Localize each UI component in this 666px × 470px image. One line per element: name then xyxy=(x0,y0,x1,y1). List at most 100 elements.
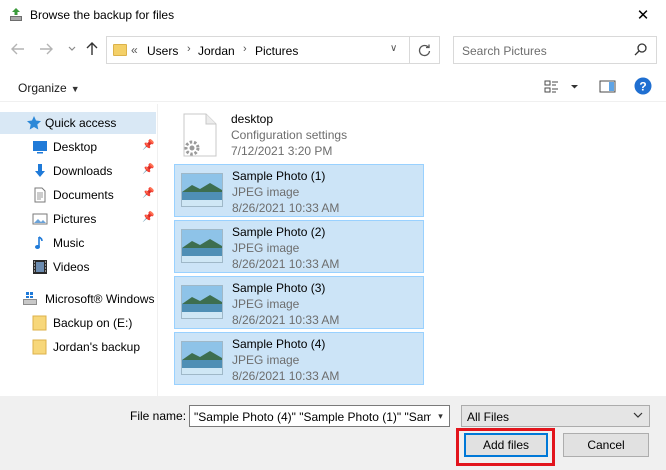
title-bar: Browse the backup for files ✕ xyxy=(0,0,666,30)
sidebar-item-jordans-backup[interactable]: Jordan's backup xyxy=(0,336,157,358)
sidebar-item-quick-access[interactable]: Quick access xyxy=(0,112,156,134)
desktop-icon xyxy=(32,139,48,155)
dialog-footer: File name: "Sample Photo (4)" "Sample Ph… xyxy=(0,396,666,470)
overflow-icon[interactable]: « xyxy=(131,43,138,57)
forward-arrow-icon[interactable] xyxy=(36,39,56,59)
file-name-field[interactable]: "Sample Photo (4)" "Sample Photo (1)" "S… xyxy=(189,405,450,427)
breadcrumb-users[interactable]: Users xyxy=(147,44,178,58)
sidebar-item-label: Downloads xyxy=(53,164,113,178)
file-date: 8/26/2021 10:33 AM xyxy=(232,313,340,327)
search-icon[interactable] xyxy=(634,42,648,59)
refresh-icon[interactable] xyxy=(409,37,439,63)
close-icon[interactable]: ✕ xyxy=(620,0,666,30)
sidebar-item-documents[interactable]: Documents 📌 xyxy=(0,184,157,206)
pin-icon[interactable]: 📌 xyxy=(142,140,154,151)
backup-app-icon xyxy=(8,7,24,23)
breadcrumb-jordan[interactable]: Jordan xyxy=(198,44,235,58)
sidebar-item-downloads[interactable]: Downloads 📌 xyxy=(0,160,157,182)
chevron-down-icon[interactable]: ▾ xyxy=(431,406,449,426)
file-dialog: Browse the backup for files ✕ « Users › … xyxy=(0,0,666,470)
file-item-sample-photo-1[interactable]: Sample Photo (1) JPEG image 8/26/2021 10… xyxy=(174,164,424,217)
sidebar-item-label: Jordan's backup xyxy=(53,340,141,354)
address-bar[interactable]: « Users › Jordan › Pictures ∨ xyxy=(106,36,440,64)
svg-text:?: ? xyxy=(639,80,646,94)
folder-icon xyxy=(32,315,48,331)
sidebar-item-videos[interactable]: Videos xyxy=(0,256,157,278)
settings-file-icon xyxy=(178,112,222,158)
file-name: Sample Photo (4) xyxy=(232,337,326,351)
sidebar-item-label: Music xyxy=(53,236,85,250)
music-icon xyxy=(32,235,48,251)
navigation-bar: « Users › Jordan › Pictures ∨ Search Pic… xyxy=(0,34,666,66)
photo-thumbnail-icon xyxy=(181,285,223,319)
file-type: JPEG image xyxy=(232,353,300,367)
file-item-sample-photo-4[interactable]: Sample Photo (4) JPEG image 8/26/2021 10… xyxy=(174,332,424,385)
organize-button[interactable]: Organize ▼ xyxy=(18,81,80,95)
sidebar-item-music[interactable]: Music xyxy=(0,232,157,254)
back-arrow-icon[interactable] xyxy=(8,39,28,59)
organize-label: Organize xyxy=(18,81,67,95)
file-name: Sample Photo (2) xyxy=(232,225,326,239)
sidebar-item-label: Backup on (E:) xyxy=(53,316,133,330)
caret-down-icon: ▼ xyxy=(70,84,80,94)
sidebar-item-pictures[interactable]: Pictures 📌 xyxy=(0,208,157,230)
folder-icon xyxy=(32,339,48,355)
photo-thumbnail-icon xyxy=(181,229,223,263)
file-date: 8/26/2021 10:33 AM xyxy=(232,201,340,215)
file-item-sample-photo-3[interactable]: Sample Photo (3) JPEG image 8/26/2021 10… xyxy=(174,276,424,329)
chevron-down-icon[interactable] xyxy=(62,39,82,59)
sidebar-item-label: Microsoft® Windows xyxy=(45,292,155,306)
file-name: Sample Photo (1) xyxy=(232,169,326,183)
file-date: 7/12/2021 3:20 PM xyxy=(231,144,333,158)
file-name: desktop xyxy=(231,112,274,126)
navigation-pane: Quick access Desktop 📌 Downloads 📌 Docum… xyxy=(0,104,158,396)
videos-icon xyxy=(32,259,48,275)
download-icon xyxy=(32,163,48,179)
address-dropdown-icon[interactable]: ∨ xyxy=(390,43,397,54)
file-name-label: File name: xyxy=(130,409,187,423)
photo-thumbnail-icon xyxy=(181,341,223,375)
star-icon xyxy=(26,115,42,131)
file-type-select[interactable]: All Files xyxy=(461,405,650,427)
chevron-down-icon xyxy=(633,410,643,421)
pictures-icon xyxy=(32,211,48,227)
help-icon[interactable]: ? xyxy=(634,77,652,98)
view-options-icon[interactable] xyxy=(544,79,580,98)
windows-drive-icon xyxy=(22,291,38,307)
breadcrumb-separator-icon: › xyxy=(243,43,247,55)
preview-pane-icon[interactable] xyxy=(599,79,617,98)
pin-icon[interactable]: 📌 xyxy=(142,164,154,175)
file-type: JPEG image xyxy=(232,185,300,199)
file-date: 8/26/2021 10:33 AM xyxy=(232,257,340,271)
search-input[interactable]: Search Pictures xyxy=(462,44,547,58)
sidebar-item-label: Documents xyxy=(53,188,114,202)
sidebar-item-desktop[interactable]: Desktop 📌 xyxy=(0,136,157,158)
sidebar-item-label: Videos xyxy=(53,260,90,274)
breadcrumb-separator-icon: › xyxy=(187,43,191,55)
file-item-sample-photo-2[interactable]: Sample Photo (2) JPEG image 8/26/2021 10… xyxy=(174,220,424,273)
file-item-desktop[interactable]: desktop Configuration settings 7/12/2021… xyxy=(174,108,424,161)
toolbar: Organize ▼ ? xyxy=(0,72,666,102)
folder-icon xyxy=(113,44,127,56)
file-type: Configuration settings xyxy=(231,128,348,142)
file-type: JPEG image xyxy=(232,297,300,311)
up-arrow-icon[interactable] xyxy=(82,39,102,59)
file-name-value: "Sample Photo (4)" "Sample Photo (1)" "S… xyxy=(194,410,450,424)
file-type: JPEG image xyxy=(232,241,300,255)
cancel-button[interactable]: Cancel xyxy=(563,433,649,457)
pin-icon[interactable]: 📌 xyxy=(142,188,154,199)
file-date: 8/26/2021 10:33 AM xyxy=(232,369,340,383)
search-box[interactable]: Search Pictures xyxy=(453,36,657,64)
pin-icon[interactable]: 📌 xyxy=(142,212,154,223)
highlight-box xyxy=(456,428,555,466)
sidebar-item-label: Desktop xyxy=(53,140,98,154)
sidebar-item-backup-e[interactable]: Backup on (E:) xyxy=(0,312,157,334)
sidebar-item-label: Pictures xyxy=(53,212,97,226)
file-type-value: All Files xyxy=(467,410,510,424)
window-title: Browse the backup for files xyxy=(30,8,175,22)
breadcrumb-pictures[interactable]: Pictures xyxy=(255,44,298,58)
sidebar-item-windows-drive[interactable]: Microsoft® Windows xyxy=(0,288,157,310)
document-icon xyxy=(32,187,48,203)
sidebar-item-label: Quick access xyxy=(45,116,117,130)
photo-thumbnail-icon xyxy=(181,173,223,207)
